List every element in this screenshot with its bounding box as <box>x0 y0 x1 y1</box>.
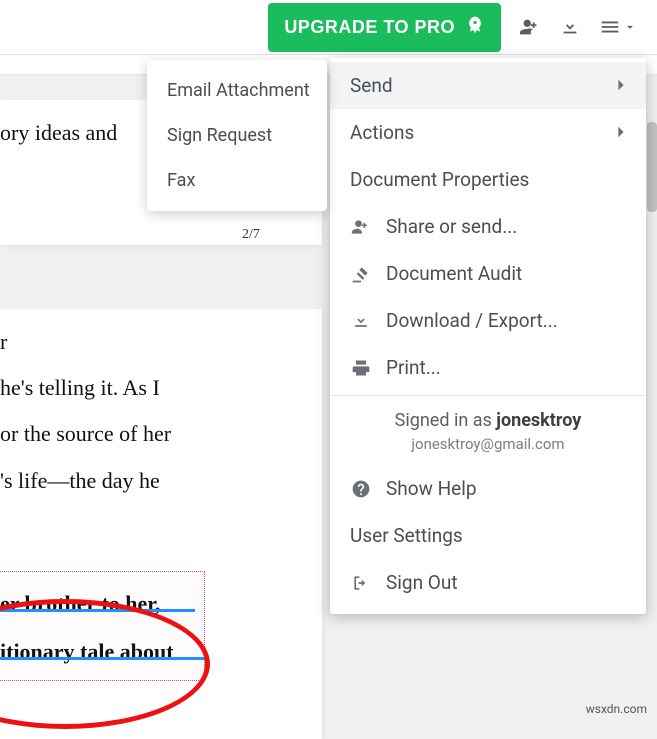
dropdown-download[interactable]: Download / Export... <box>330 297 646 344</box>
dropdown-help[interactable]: Show Help <box>330 465 646 512</box>
page-number: 2/7 <box>242 227 260 243</box>
download-icon[interactable] <box>559 16 581 38</box>
watermark: wsxdn.com <box>586 702 647 716</box>
download-icon <box>350 311 372 331</box>
upgrade-button[interactable]: UPGRADE TO PRO <box>268 3 501 52</box>
separator <box>330 395 646 396</box>
chevron-right-icon <box>616 74 626 97</box>
add-user-icon <box>350 217 372 237</box>
main-dropdown: Send Actions Document Properties Share o… <box>330 58 646 614</box>
doc-text: r <box>0 319 322 365</box>
doc-text: or the source of her <box>0 411 322 457</box>
doc-text: 's life—the day he <box>0 458 322 504</box>
dropdown-doc-properties[interactable]: Document Properties <box>330 156 646 203</box>
dropdown-share[interactable]: Share or send... <box>330 203 646 250</box>
menu-toggle[interactable] <box>599 16 637 38</box>
sign-out-icon <box>350 573 372 593</box>
add-user-icon[interactable] <box>519 16 541 38</box>
submenu-fax[interactable]: Fax <box>147 158 327 203</box>
toolbar: UPGRADE TO PRO <box>0 0 657 55</box>
doc-text: he's telling it. As I <box>0 365 322 411</box>
send-submenu: Email Attachment Sign Request Fax <box>147 60 327 211</box>
print-icon <box>350 358 372 378</box>
dropdown-user-settings[interactable]: User Settings <box>330 512 646 559</box>
dropdown-send[interactable]: Send <box>330 62 646 109</box>
chevron-down-icon <box>623 20 637 34</box>
dropdown-print[interactable]: Print... <box>330 344 646 391</box>
dropdown-actions[interactable]: Actions <box>330 109 646 156</box>
signed-in-text: Signed in as jonesktroy <box>330 400 646 435</box>
chevron-right-icon <box>616 121 626 144</box>
dropdown-audit[interactable]: Document Audit <box>330 250 646 297</box>
submenu-email-attachment[interactable]: Email Attachment <box>147 68 327 113</box>
help-icon <box>350 479 372 499</box>
upgrade-label: UPGRADE TO PRO <box>284 17 455 38</box>
signed-in-email: jonesktroy@gmail.com <box>330 435 646 465</box>
scrollbar[interactable] <box>647 122 657 212</box>
dropdown-sign-out[interactable]: Sign Out <box>330 559 646 606</box>
submenu-sign-request[interactable]: Sign Request <box>147 113 327 158</box>
gavel-icon <box>350 264 372 284</box>
doc-page-2: r he's telling it. As I or the source of… <box>0 309 322 739</box>
rocket-icon <box>465 15 485 40</box>
